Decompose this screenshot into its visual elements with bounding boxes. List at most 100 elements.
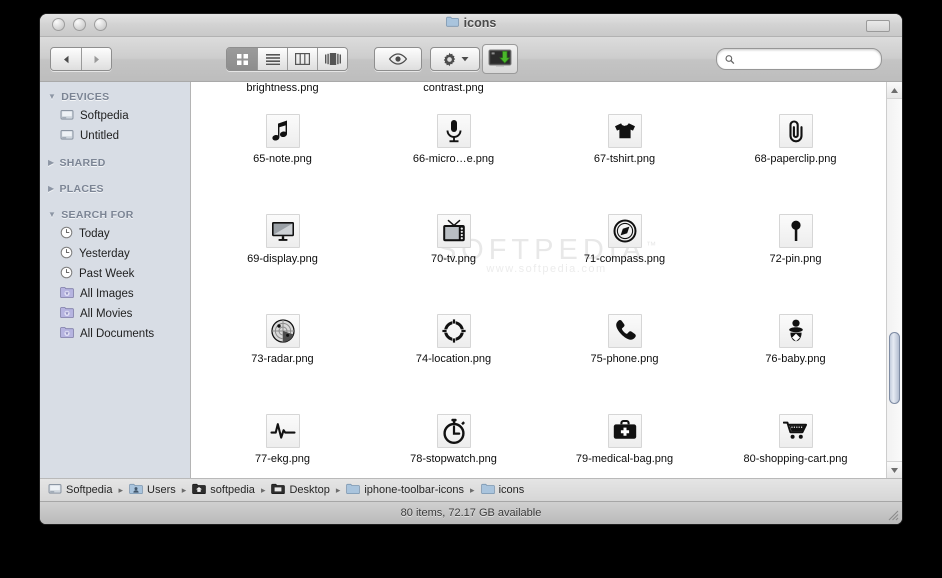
file-name: 69-display.png xyxy=(247,253,318,265)
compass-icon xyxy=(607,214,642,248)
window-title-text: icons xyxy=(463,16,497,30)
file-name: brightness.png xyxy=(246,82,319,94)
vertical-scrollbar[interactable] xyxy=(886,82,902,478)
title-bar[interactable]: icons xyxy=(40,14,902,37)
coverflow-view-button[interactable] xyxy=(317,48,347,70)
view-mode-switcher xyxy=(226,47,348,71)
sidebar-item-label: Today xyxy=(79,228,110,240)
sidebar-section-devices[interactable]: ▼ DEVICES xyxy=(40,88,190,106)
folder-icon xyxy=(346,483,361,498)
file-item[interactable]: 79-medical-bag.png xyxy=(539,404,710,478)
chevron-down-icon[interactable]: ▼ xyxy=(48,211,56,219)
breadcrumb-item-icons[interactable]: icons xyxy=(480,483,524,498)
file-item[interactable]: 77-ekg.png xyxy=(197,404,368,478)
hard-drive-icon xyxy=(60,108,74,125)
sidebar-item-today[interactable]: Today xyxy=(40,224,190,244)
list-view-button[interactable] xyxy=(257,48,287,70)
sidebar-item-label: All Documents xyxy=(80,328,155,340)
file-item[interactable]: 74-location.png xyxy=(368,304,539,404)
sidebar-item-softpedia[interactable]: Softpedia xyxy=(40,106,190,126)
sidebar-item-label: Past Week xyxy=(79,268,135,280)
pin-icon xyxy=(778,214,813,248)
column-view-button[interactable] xyxy=(287,48,317,70)
scroll-up-arrow[interactable] xyxy=(887,82,902,99)
breadcrumb-separator: ▸ xyxy=(470,484,475,495)
search-field[interactable] xyxy=(716,48,882,70)
sidebar-item-yesterday[interactable]: Yesterday xyxy=(40,244,190,264)
forward-button[interactable] xyxy=(81,48,111,70)
paperclip-icon xyxy=(778,114,813,148)
icon-view-button[interactable] xyxy=(227,48,257,70)
ekg-icon xyxy=(265,414,300,448)
file-name: 65-note.png xyxy=(253,153,312,165)
file-item[interactable]: 72-pin.png xyxy=(710,204,881,304)
download-button[interactable] xyxy=(482,44,518,74)
file-item[interactable]: 75-phone.png xyxy=(539,304,710,404)
file-browser[interactable]: SOFTPEDIA™ www.softpedia.com brightness.… xyxy=(191,82,902,478)
location-icon xyxy=(436,314,471,348)
file-item[interactable]: 71-compass.png xyxy=(539,204,710,304)
file-item[interactable]: 80-shopping-cart.png xyxy=(710,404,881,478)
file-name: 67-tshirt.png xyxy=(593,153,656,165)
clock-icon xyxy=(60,226,73,242)
file-name: 68-paperclip.png xyxy=(754,153,837,165)
action-menu-button[interactable] xyxy=(430,47,480,71)
back-button[interactable] xyxy=(51,48,81,70)
sidebar-section-search-for[interactable]: ▼ SEARCH FOR xyxy=(40,206,190,224)
sidebar-section-label: DEVICES xyxy=(61,91,110,103)
toolbar-toggle-button[interactable] xyxy=(866,20,890,32)
file-item[interactable]: contrast.png xyxy=(368,82,539,104)
sidebar-section-places[interactable]: ▶ PLACES xyxy=(40,180,190,198)
file-item[interactable]: 70-tv.png xyxy=(368,204,539,304)
status-bar: 80 items, 72.17 GB available xyxy=(40,501,902,524)
stopwatch-icon xyxy=(436,414,471,448)
finder-window: icons ▼ DEVICES Softpedia Untitled ▶ SHA… xyxy=(40,14,902,524)
hard-drive-icon xyxy=(48,482,62,499)
breadcrumb-item-desktop[interactable]: Desktop xyxy=(271,483,330,498)
file-item[interactable]: 68-paperclip.png xyxy=(710,104,881,204)
window-body: ▼ DEVICES Softpedia Untitled ▶ SHARED ▶ PLACES ▼… xyxy=(40,82,902,478)
file-item[interactable]: brightness.png xyxy=(197,82,368,104)
sidebar-section-shared[interactable]: ▶ SHARED xyxy=(40,154,190,172)
sidebar-item-all-documents[interactable]: All Documents xyxy=(40,324,190,344)
clock-icon xyxy=(60,266,73,282)
quicklook-button[interactable] xyxy=(374,47,422,71)
sidebar-item-all-images[interactable]: All Images xyxy=(40,284,190,304)
sidebar-item-all-movies[interactable]: All Movies xyxy=(40,304,190,324)
sidebar-item-past-week[interactable]: Past Week xyxy=(40,264,190,284)
file-name: contrast.png xyxy=(423,82,484,94)
file-name: 80-shopping-cart.png xyxy=(743,453,848,465)
sidebar-item-untitled[interactable]: Untitled xyxy=(40,126,190,146)
sidebar-item-label: Untitled xyxy=(80,130,119,142)
file-name: 79-medical-bag.png xyxy=(575,453,674,465)
file-item[interactable]: 76-baby.png xyxy=(710,304,881,404)
file-item[interactable]: 66-micro…e.png xyxy=(368,104,539,204)
gear-icon xyxy=(443,52,455,66)
users-folder-icon xyxy=(129,483,143,498)
file-item[interactable]: 73-radar.png xyxy=(197,304,368,404)
scroll-down-arrow[interactable] xyxy=(887,461,902,478)
breadcrumb-label: Users xyxy=(147,484,176,496)
home-folder-icon xyxy=(192,483,207,498)
resize-grip[interactable] xyxy=(886,508,899,521)
breadcrumb-item-softpedia[interactable]: softpedia xyxy=(192,483,255,498)
chevron-right-icon[interactable]: ▶ xyxy=(48,185,54,193)
file-item[interactable]: 67-tshirt.png xyxy=(539,104,710,204)
sidebar-item-label: Softpedia xyxy=(80,110,129,122)
file-item[interactable]: 69-display.png xyxy=(197,204,368,304)
chevron-down-icon[interactable]: ▼ xyxy=(48,93,56,101)
scrollbar-thumb[interactable] xyxy=(889,332,900,404)
breadcrumb-item-users[interactable]: Users xyxy=(129,483,176,498)
search-input[interactable] xyxy=(738,52,873,66)
file-item[interactable]: 65-note.png xyxy=(197,104,368,204)
file-name: 66-micro…e.png xyxy=(412,153,495,165)
breadcrumb-item-iphone-toolbar-icons[interactable]: iphone-toolbar-icons xyxy=(346,483,464,498)
sidebar-item-label: All Images xyxy=(80,288,134,300)
folder-icon xyxy=(480,483,495,498)
sidebar: ▼ DEVICES Softpedia Untitled ▶ SHARED ▶ PLACES ▼… xyxy=(40,82,191,478)
sidebar-section-label: SEARCH FOR xyxy=(61,209,134,221)
breadcrumb-label: Desktop xyxy=(289,484,330,496)
chevron-right-icon[interactable]: ▶ xyxy=(48,159,54,167)
breadcrumb-item-softpedia[interactable]: Softpedia xyxy=(48,482,112,499)
file-item[interactable]: 78-stopwatch.png xyxy=(368,404,539,478)
